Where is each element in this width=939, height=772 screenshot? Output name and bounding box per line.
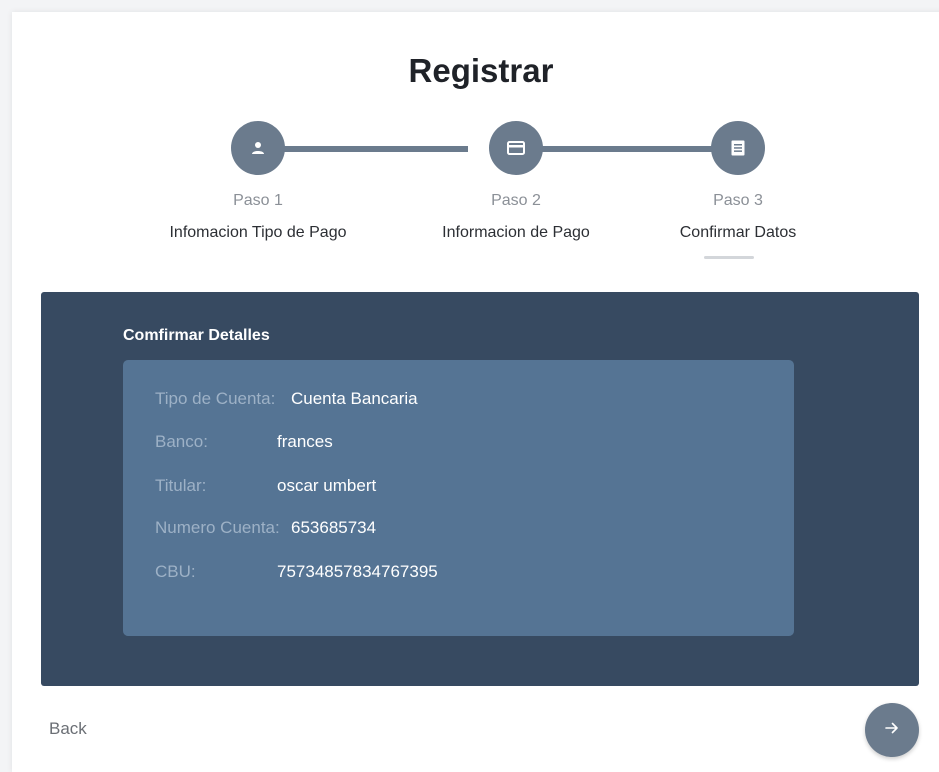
detail-value: frances <box>277 432 333 451</box>
detail-key: Tipo de Cuenta: <box>155 389 276 408</box>
detail-value: 653685734 <box>291 518 377 537</box>
step-2-name: Informacion de Pago <box>442 224 590 241</box>
detail-row-tipo-cuenta: Tipo de Cuenta: Cuenta Bancaria <box>155 389 418 409</box>
confirm-panel: Comfirmar Detalles Tipo de Cuenta: Cuenta… <box>41 292 919 686</box>
step-3-indicator[interactable] <box>711 121 765 175</box>
document-icon <box>731 140 745 156</box>
step-1-indicator[interactable] <box>231 121 285 175</box>
detail-row-banco: Banco: frances <box>155 432 333 452</box>
step-1-name: Infomacion Tipo de Pago <box>169 224 347 241</box>
detail-key: Numero Cuenta: <box>155 518 280 537</box>
active-step-underline <box>704 256 754 259</box>
page-title: Registrar <box>408 52 554 89</box>
step-1-label: Paso 1 <box>233 192 283 209</box>
detail-key: Banco: <box>155 432 208 451</box>
user-icon <box>250 140 266 156</box>
step-connector-1 <box>282 146 468 152</box>
detail-row-cbu: CBU: 75734857834767395 <box>155 562 438 582</box>
detail-value: 75734857834767395 <box>277 562 438 581</box>
step-connector-2 <box>542 146 712 152</box>
credit-card-icon <box>507 141 525 155</box>
detail-key: Titular: <box>155 476 207 495</box>
detail-value: Cuenta Bancaria <box>291 389 418 408</box>
next-button[interactable] <box>865 703 919 757</box>
arrow-right-icon <box>885 721 899 739</box>
details-box: Tipo de Cuenta: Cuenta Bancaria Banco: fra… <box>123 360 794 636</box>
step-2-label: Paso 2 <box>491 192 541 209</box>
step-2-indicator[interactable] <box>489 121 543 175</box>
panel-title: Comfirmar Detalles <box>123 327 270 344</box>
step-3-label: Paso 3 <box>713 192 763 209</box>
detail-value: oscar umbert <box>277 476 377 495</box>
detail-row-titular: Titular: oscar umbert <box>155 476 376 496</box>
back-button[interactable]: Back <box>49 719 87 739</box>
detail-key: CBU: <box>155 562 196 581</box>
detail-row-numero-cuenta: Numero Cuenta: 653685734 <box>155 518 376 538</box>
step-3-name: Confirmar Datos <box>679 224 797 241</box>
